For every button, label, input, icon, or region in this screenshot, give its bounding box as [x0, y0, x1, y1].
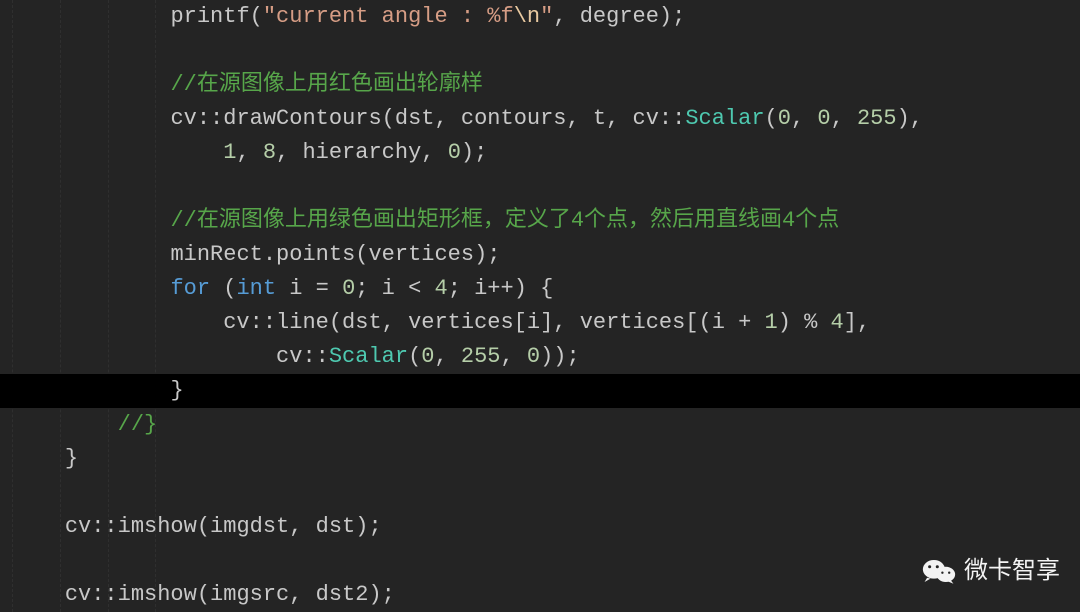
code-token: cv::drawContours(dst, contours, t, cv::: [170, 106, 685, 131]
code-token: 0: [778, 106, 791, 131]
code-token: 0: [448, 140, 461, 165]
code-token: //在源图像上用绿色画出矩形框，定义了4个点，然后用直线画4个点: [170, 208, 839, 233]
code-line[interactable]: cv::Scalar(0, 255, 0));: [0, 340, 1080, 374]
code-line[interactable]: cv::drawContours(dst, contours, t, cv::S…: [0, 102, 1080, 136]
code-token: minRect.points(vertices);: [170, 242, 500, 267]
code-token: , hierarchy,: [276, 140, 448, 165]
code-token: printf: [170, 4, 249, 29]
code-token: for: [170, 276, 210, 301]
code-line[interactable]: //在源图像上用红色画出轮廓样: [0, 68, 1080, 102]
code-token: ,: [236, 140, 262, 165]
code-token: ,: [791, 106, 817, 131]
code-line[interactable]: //}: [0, 408, 1080, 442]
code-token: 0: [817, 106, 830, 131]
code-token: 255: [857, 106, 897, 131]
code-line[interactable]: for (int i = 0; i < 4; i++) {: [0, 272, 1080, 306]
watermark-text: 微卡智享: [964, 554, 1060, 588]
code-token: (: [210, 276, 236, 301]
code-token: );: [461, 140, 487, 165]
code-line[interactable]: printf("current angle : %f\n", degree);: [0, 0, 1080, 34]
code-token: ,: [831, 106, 857, 131]
code-token: int: [236, 276, 276, 301]
code-token: (: [408, 344, 421, 369]
code-token: ; i <: [355, 276, 434, 301]
code-token: (: [250, 4, 263, 29]
code-token: cv::imshow(imgdst, dst);: [65, 514, 382, 539]
code-token: ": [540, 4, 553, 29]
code-area[interactable]: printf("current angle : %f\n", degree); …: [0, 0, 1080, 612]
code-token: ; i++) {: [448, 276, 554, 301]
code-line[interactable]: cv::imshow(imgdst, dst);: [0, 510, 1080, 544]
code-token: Scalar: [329, 344, 408, 369]
code-token: //在源图像上用红色画出轮廓样: [170, 72, 482, 97]
code-token: , degree);: [553, 4, 685, 29]
code-line[interactable]: [0, 544, 1080, 578]
code-token: 4: [435, 276, 448, 301]
code-token: 1: [765, 310, 778, 335]
code-token: "current angle : %f: [263, 4, 514, 29]
code-token: 0: [527, 344, 540, 369]
code-token: \n: [514, 4, 540, 29]
watermark: 微卡智享: [922, 554, 1060, 588]
code-token: }: [170, 378, 183, 403]
code-token: //}: [118, 412, 158, 437]
code-token: 8: [263, 140, 276, 165]
code-token: Scalar: [685, 106, 764, 131]
code-line[interactable]: minRect.points(vertices);: [0, 238, 1080, 272]
wechat-icon: [922, 557, 956, 585]
code-token: cv::line(dst, vertices[i], vertices[(i +: [223, 310, 764, 335]
code-token: ],: [844, 310, 870, 335]
code-line[interactable]: cv::imshow(imgsrc, dst2);: [0, 578, 1080, 612]
code-token: cv::imshow(imgsrc, dst2);: [65, 582, 395, 607]
code-token: ,: [501, 344, 527, 369]
code-token: ));: [540, 344, 580, 369]
code-token: 1: [223, 140, 236, 165]
code-line[interactable]: [0, 476, 1080, 510]
code-token: (: [765, 106, 778, 131]
code-editor[interactable]: printf("current angle : %f\n", degree); …: [0, 0, 1080, 612]
code-line[interactable]: 1, 8, hierarchy, 0);: [0, 136, 1080, 170]
code-line[interactable]: }: [0, 442, 1080, 476]
code-token: 4: [831, 310, 844, 335]
code-line[interactable]: cv::line(dst, vertices[i], vertices[(i +…: [0, 306, 1080, 340]
code-token: 0: [421, 344, 434, 369]
code-token: 255: [461, 344, 501, 369]
code-line[interactable]: [0, 170, 1080, 204]
code-token: }: [65, 446, 78, 471]
code-token: ,: [434, 344, 460, 369]
code-token: 0: [342, 276, 355, 301]
code-token: cv::: [276, 344, 329, 369]
code-line[interactable]: [0, 34, 1080, 68]
code-token: i =: [276, 276, 342, 301]
code-line[interactable]: }: [0, 374, 1080, 408]
code-token: ) %: [778, 310, 831, 335]
code-token: ),: [897, 106, 923, 131]
code-line[interactable]: //在源图像上用绿色画出矩形框，定义了4个点，然后用直线画4个点: [0, 204, 1080, 238]
